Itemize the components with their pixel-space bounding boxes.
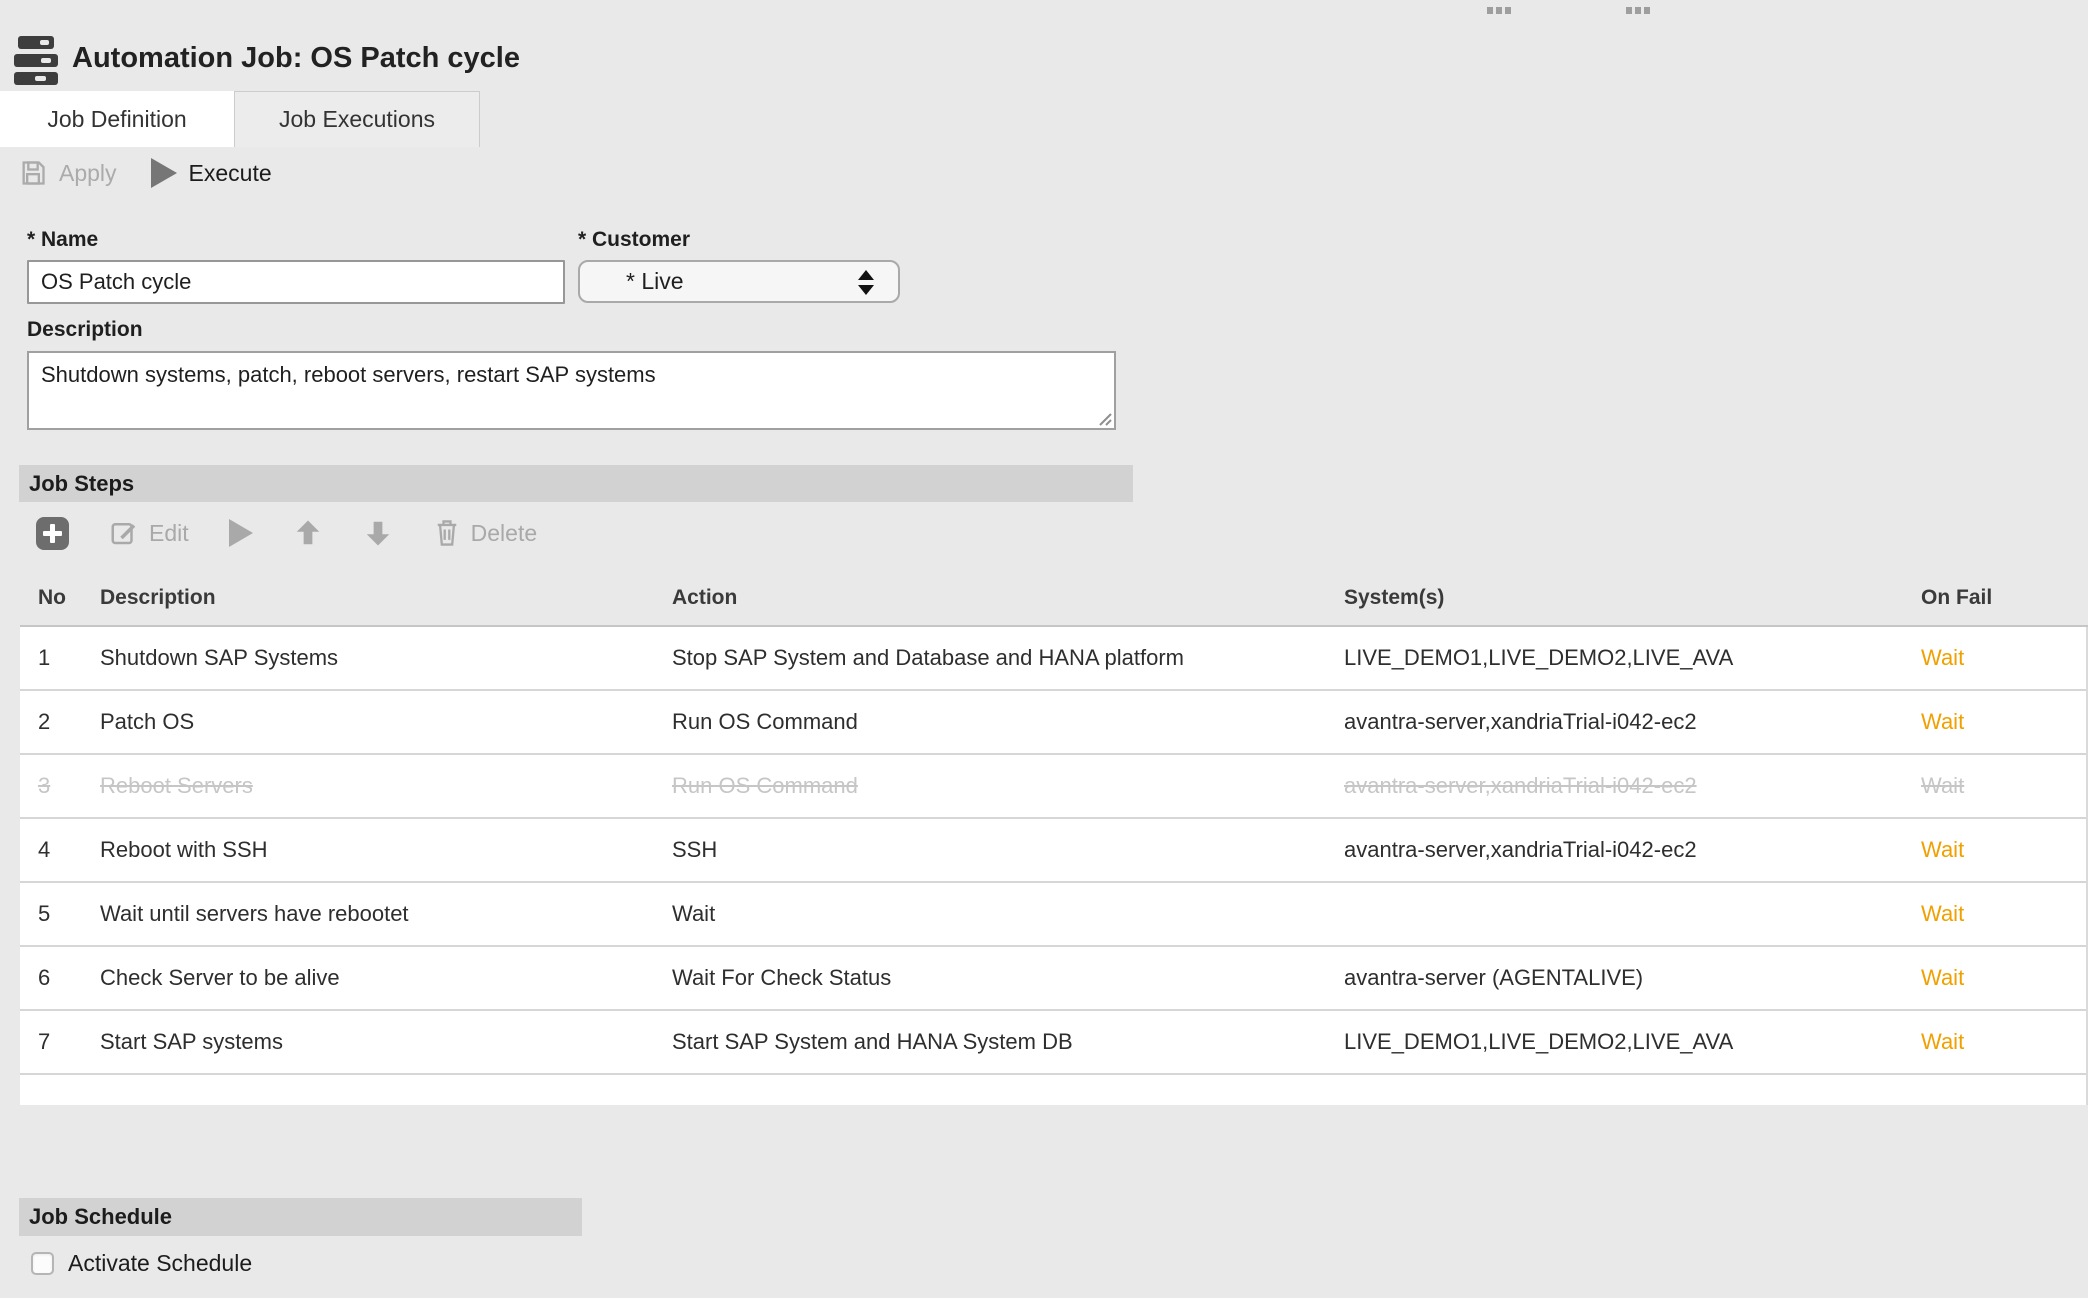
apply-button[interactable]: Apply	[19, 159, 117, 187]
move-up-icon[interactable]	[293, 518, 323, 548]
step-row-4[interactable]: 4 Reboot with SSH SSH avantra-server,xandri…	[20, 819, 2086, 883]
save-floppy-icon	[22, 161, 45, 185]
column-header-description: Description	[100, 585, 216, 609]
tab-job-definition[interactable]: Job Definition	[0, 91, 234, 147]
step-cell-action: SSH	[672, 837, 718, 862]
description-label: Description	[27, 318, 143, 341]
job-steps-toolbar: Edit Delete	[36, 514, 537, 552]
step-cell-desc: Check Server to be alive	[100, 965, 340, 990]
widget-drag-handle[interactable]	[1487, 7, 1511, 14]
activate-schedule-row: Activate Schedule	[31, 1250, 252, 1277]
main-toolbar: Apply Execute	[19, 155, 272, 191]
step-cell-action: Wait For Check Status	[672, 965, 892, 990]
customer-select[interactable]: * Live	[578, 260, 900, 303]
name-label: * Name	[27, 228, 99, 251]
column-header-no: No	[38, 585, 66, 609]
step-cell-systems: LIVE_DEMO1,LIVE_DEMO2,LIVE_AVA	[1344, 1029, 1734, 1054]
step-cell-desc: Start SAP systems	[100, 1029, 283, 1054]
job-schedule-section-header: Job Schedule	[19, 1198, 582, 1236]
run-step-icon[interactable]	[228, 519, 253, 547]
step-cell-systems: avantra-server,xandriaTrial-i042-ec2	[1344, 837, 1697, 862]
select-spinner-icon	[858, 270, 874, 295]
step-row-3[interactable]: 3 Reboot Servers Run OS Command avantra-ser…	[20, 755, 2086, 819]
description-textarea[interactable]: Shutdown systems, patch, reboot servers,…	[27, 351, 1116, 430]
step-cell-no: 1	[38, 645, 51, 670]
steps-table-body: 1 Shutdown SAP Systems Stop SAP System and…	[20, 627, 2088, 1105]
execute-button[interactable]: Execute	[150, 158, 272, 188]
step-row-5[interactable]: 5 Wait until servers have rebootet Wait Wai…	[20, 883, 2086, 947]
edit-step-button[interactable]: Edit	[109, 518, 189, 548]
trash-icon	[437, 520, 456, 546]
step-cell-onfail: Wait	[1921, 901, 1965, 926]
step-cell-desc: Reboot with SSH	[100, 837, 268, 862]
widget-drag-handle[interactable]	[1626, 7, 1650, 14]
step-cell-onfail: Wait	[1921, 837, 1965, 862]
execute-label: Execute	[188, 159, 272, 186]
activate-schedule-checkbox[interactable]	[31, 1252, 54, 1275]
step-cell-no: 3	[38, 773, 51, 798]
edit-label: Edit	[149, 519, 189, 546]
step-cell-no: 7	[38, 1029, 51, 1054]
tab-bar: Job Definition Job Executions	[0, 91, 480, 147]
step-cell-desc: Shutdown SAP Systems	[100, 645, 339, 670]
activate-schedule-label: Activate Schedule	[68, 1250, 253, 1276]
name-input[interactable]	[27, 260, 565, 304]
page-title: Automation Job: OS Patch cycle	[72, 42, 520, 74]
customer-selected-value: * Live	[626, 268, 684, 294]
column-header-system-s-: System(s)	[1344, 585, 1445, 609]
step-cell-systems: avantra-server (AGENTALIVE)	[1344, 965, 1644, 990]
apply-label: Apply	[59, 159, 117, 186]
column-header-action: Action	[672, 585, 738, 609]
step-cell-action: Start SAP System and HANA System DB	[672, 1029, 1073, 1054]
play-icon	[150, 158, 177, 188]
step-cell-no: 2	[38, 709, 51, 734]
steps-table-header: No Description Action System(s) On Fail	[20, 570, 2088, 627]
job-steps-section-header: Job Steps	[19, 465, 1133, 502]
add-step-button[interactable]	[36, 516, 69, 550]
step-row-2[interactable]: 2 Patch OS Run OS Command avantra-server,xa…	[20, 691, 2086, 755]
step-row-6[interactable]: 6 Check Server to be alive Wait For Check …	[20, 947, 2086, 1011]
step-cell-systems: avantra-server,xandriaTrial-i042-ec2	[1344, 773, 1697, 798]
step-cell-no: 4	[38, 837, 51, 862]
step-cell-desc: Wait until servers have rebootet	[100, 901, 409, 926]
step-cell-action: Run OS Command	[672, 709, 858, 734]
step-cell-desc: Reboot Servers	[100, 773, 253, 798]
edit-pencil-icon	[111, 523, 136, 545]
delete-label: Delete	[470, 519, 538, 546]
step-cell-onfail: Wait	[1921, 773, 1965, 798]
step-cell-onfail: Wait	[1921, 965, 1965, 990]
step-cell-action: Wait	[672, 901, 716, 926]
step-row-1[interactable]: 1 Shutdown SAP Systems Stop SAP System and…	[20, 627, 2086, 691]
delete-step-button[interactable]: Delete	[433, 518, 537, 548]
step-cell-systems: LIVE_DEMO1,LIVE_DEMO2,LIVE_AVA	[1344, 645, 1734, 670]
step-cell-desc: Patch OS	[100, 709, 195, 734]
step-cell-action: Stop SAP System and Database and HANA pl…	[672, 645, 1184, 670]
job-steps-table: No Description Action System(s) On Fail 1 Shu…	[20, 570, 2088, 1105]
customer-label: * Customer	[578, 228, 691, 251]
move-down-icon[interactable]	[363, 518, 393, 548]
automation-job-icon	[14, 36, 58, 86]
step-cell-onfail: Wait	[1921, 1029, 1965, 1054]
column-header-on-fail: On Fail	[1921, 585, 1993, 609]
tab-job-executions[interactable]: Job Executions	[234, 91, 480, 147]
step-cell-no: 5	[38, 901, 51, 926]
step-row-7[interactable]: 7 Start SAP systems Start SAP System and H…	[20, 1011, 2086, 1075]
step-cell-onfail: Wait	[1921, 645, 1965, 670]
step-cell-onfail: Wait	[1921, 709, 1965, 734]
step-cell-no: 6	[38, 965, 51, 990]
step-cell-action: Run OS Command	[672, 773, 858, 798]
step-cell-systems: avantra-server,xandriaTrial-i042-ec2	[1344, 709, 1697, 734]
